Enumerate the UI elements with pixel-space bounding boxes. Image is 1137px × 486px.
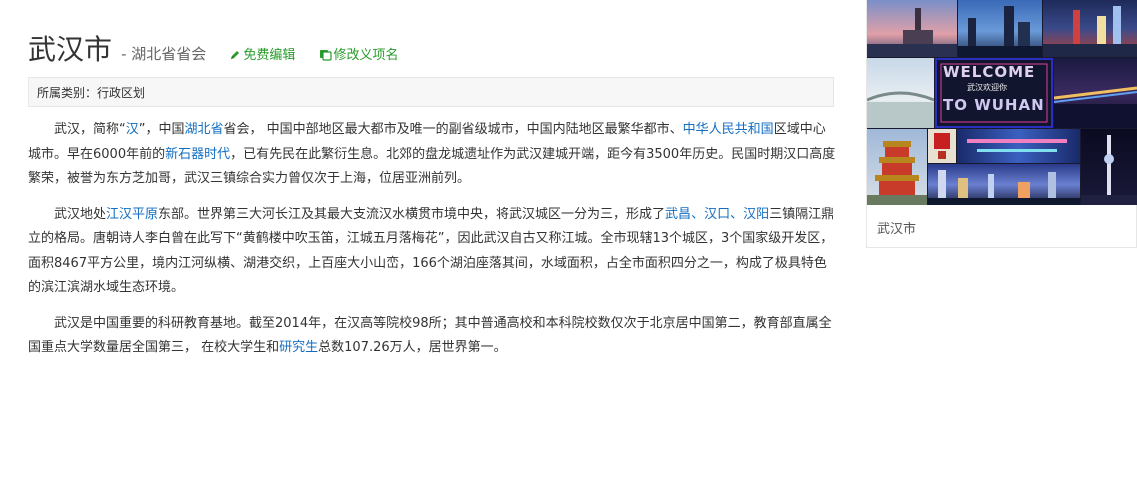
rename-icon: [319, 50, 332, 61]
photo-tile[interactable]: [1043, 0, 1137, 57]
city-panorama-image: [928, 170, 1080, 205]
welcome-top-text: WELCOME: [943, 63, 1036, 81]
link-neolithic[interactable]: 新石器时代: [165, 147, 230, 162]
paragraph-3: 武汉是中国重要的科研教育基地。截至2014年，在汉高等院校98所；其中普通高校和…: [28, 312, 836, 361]
separator: 、: [730, 206, 744, 222]
text: 东部。世界第三大河长江及其最大支流汉水横贯市境中央，将武汉城区一分为三，形成了: [158, 206, 666, 222]
yellow-crane-tower-image: [867, 141, 927, 205]
photo-tile[interactable]: [928, 164, 1080, 205]
pencil-icon: [231, 51, 240, 59]
link-hanyang[interactable]: 汉阳: [743, 207, 769, 222]
link-hubei[interactable]: 湖北省: [185, 122, 224, 137]
bridge-image: [867, 91, 934, 128]
link-prc[interactable]: 中华人民共和国: [683, 122, 774, 137]
text: 武汉地处: [54, 206, 107, 222]
rename-label: 修改义项名: [333, 48, 399, 63]
separator: 、: [691, 206, 705, 222]
text: ”，中国: [138, 122, 185, 137]
clock-tower-image: [867, 8, 957, 57]
photo-tile[interactable]: [928, 129, 956, 163]
link-graduate[interactable]: 研究生: [279, 340, 318, 355]
category-text: 所属类别：行政区划: [37, 86, 146, 100]
photo-mosaic[interactable]: WELCOME 武汉欢迎你 TO WUHAN: [867, 0, 1137, 205]
link-han[interactable]: 汉: [126, 122, 139, 137]
infobox-card: WELCOME 武汉欢迎你 TO WUHAN 武汉市: [866, 0, 1137, 248]
night-city-image: [1043, 6, 1137, 57]
photo-tile[interactable]: [867, 0, 957, 57]
photo-tile[interactable]: [867, 129, 927, 205]
tv-tower-image: [1081, 135, 1137, 205]
photo-tile[interactable]: [1081, 129, 1137, 205]
summary-content: 武汉，简称“汉”，中国湖北省省会， 中国中部地区最大都市及唯一的副省级城市，中国…: [28, 118, 836, 372]
text: 省会， 中国中部地区最大都市及唯一的副省级城市，中国内陆地区最繁华都市、: [223, 122, 683, 137]
title-row: 武汉市 - 湖北省省会 免费编辑 修改义项名: [28, 28, 836, 68]
bridge-night-image: [1054, 86, 1137, 128]
photo-tile[interactable]: [957, 129, 1080, 163]
paragraph-1: 武汉，简称“汉”，中国湖北省省会， 中国中部地区最大都市及唯一的副省级城市，中国…: [28, 118, 836, 192]
link-jianghan-plain[interactable]: 江汉平原: [106, 207, 158, 222]
edit-button[interactable]: 免费编辑: [229, 44, 295, 63]
page-subtitle: - 湖北省省会: [121, 45, 207, 63]
edit-label: 免费编辑: [243, 48, 296, 63]
photo-tile[interactable]: [867, 58, 934, 128]
infobox-caption: 武汉市: [877, 222, 917, 237]
photo-tile[interactable]: [1054, 58, 1137, 128]
text: 武汉，简称“: [54, 122, 126, 137]
paragraph-2: 武汉地处江汉平原东部。世界第三大河长江及其最大支流汉水横贯市境中央，将武汉城区一…: [28, 203, 836, 301]
link-wuchang[interactable]: 武昌: [665, 207, 691, 222]
category-bar: 所属类别：行政区划: [28, 77, 834, 107]
light-show-image: [967, 139, 1067, 152]
link-hankou[interactable]: 汉口: [704, 207, 730, 222]
welcome-banner[interactable]: WELCOME 武汉欢迎你 TO WUHAN: [935, 58, 1053, 128]
page-title: 武汉市: [28, 33, 113, 66]
welcome-bottom-text: TO WUHAN: [943, 96, 1045, 114]
rename-button[interactable]: 修改义项名: [319, 44, 399, 63]
photo-tile[interactable]: [958, 0, 1042, 57]
welcome-cn-text: 武汉欢迎你: [967, 83, 1007, 92]
skyline-image: [958, 6, 1042, 57]
text: 总数107.26万人，居世界第一。: [318, 340, 507, 355]
seal-image: [934, 133, 950, 159]
